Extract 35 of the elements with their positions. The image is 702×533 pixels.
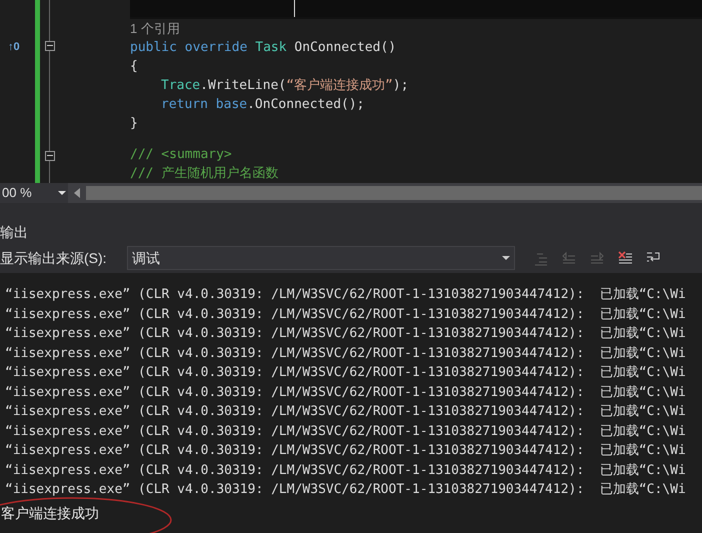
code-comment: /// <summary> [130, 146, 232, 164]
zoom-dropdown[interactable]: 00 % [0, 183, 68, 203]
output-line: “iisexpress.exe” (CLR v4.0.30319: /LM/W3SVC/62/ROOT-1-131038271903447412): 已加载“C:\Wi [5, 384, 687, 402]
output-line: “iisexpress.exe” (CLR v4.0.30319: /LM/W3SVC/62/ROOT-1-131038271903447412): 已加载“C:\Wi [5, 462, 687, 480]
output-line: “iisexpress.exe” (CLR v4.0.30319: /LM/W3SVC/62/ROOT-1-131038271903447412): 已加载“C:\Wi [5, 286, 687, 304]
reference-count[interactable]: 1 个引用 [130, 18, 180, 38]
code-line: Trace.WriteLine(“客户端连接成功”); [161, 76, 409, 95]
output-line: “iisexpress.exe” (CLR v4.0.30319: /LM/W3SVC/62/ROOT-1-131038271903447412): 已加载“C:\Wi [5, 403, 687, 421]
text-lines-icon [561, 250, 577, 266]
code-line: } [130, 114, 138, 133]
reference-indicator[interactable]: ↑0 [8, 40, 20, 53]
panel-title: 输出 [0, 222, 28, 242]
output-line: “iisexpress.exe” (CLR v4.0.30319: /LM/W3SVC/62/ROOT-1-131038271903447412): 已加载“C:\Wi [5, 364, 687, 382]
output-line: “iisexpress.exe” (CLR v4.0.30319: /LM/W3SVC/62/ROOT-1-131038271903447412): 已加载“C:\Wi [5, 344, 687, 362]
caret-icon [58, 191, 66, 195]
text-cursor [294, 0, 295, 17]
source-dropdown[interactable]: 调试 [127, 246, 515, 270]
clear-list-icon [617, 250, 633, 266]
output-line: “iisexpress.exe” (CLR v4.0.30319: /LM/W3SVC/62/ROOT-1-131038271903447412): 已加载“C:\Wi [5, 481, 687, 499]
scroll-left-icon[interactable] [74, 188, 80, 198]
collapse-icon[interactable] [45, 40, 55, 51]
output-line: “iisexpress.exe” (CLR v4.0.30319: /LM/W3SVC/62/ROOT-1-131038271903447412): 已加载“C:\Wi [5, 325, 687, 343]
output-line: “iisexpress.exe” (CLR v4.0.30319: /LM/W3SVC/62/ROOT-1-131038271903447412): 已加载“C:\Wi [5, 442, 687, 460]
code-line: { [130, 58, 138, 76]
output-line: “iisexpress.exe” (CLR v4.0.30319: /LM/W3SVC/62/ROOT-1-131038271903447412): 已加载“C:\Wi [5, 306, 687, 324]
code-comment: /// 产生随机用户名函数 [130, 164, 278, 183]
output-message: 客户端连接成功 [1, 504, 99, 522]
text-lines-icon [589, 250, 605, 266]
source-label: 显示输出来源(S): [0, 248, 108, 268]
output-line: “iisexpress.exe” (CLR v4.0.30319: /LM/W3SVC/62/ROOT-1-131038271903447412): 已加载“C:\Wi [5, 422, 687, 440]
caret-icon [502, 256, 510, 260]
collapse-icon[interactable] [45, 150, 55, 161]
code-line: return base.OnConnected(); [161, 96, 365, 114]
horizontal-scrollbar[interactable] [86, 186, 702, 200]
code-line: public override Task OnConnected() [130, 38, 396, 57]
